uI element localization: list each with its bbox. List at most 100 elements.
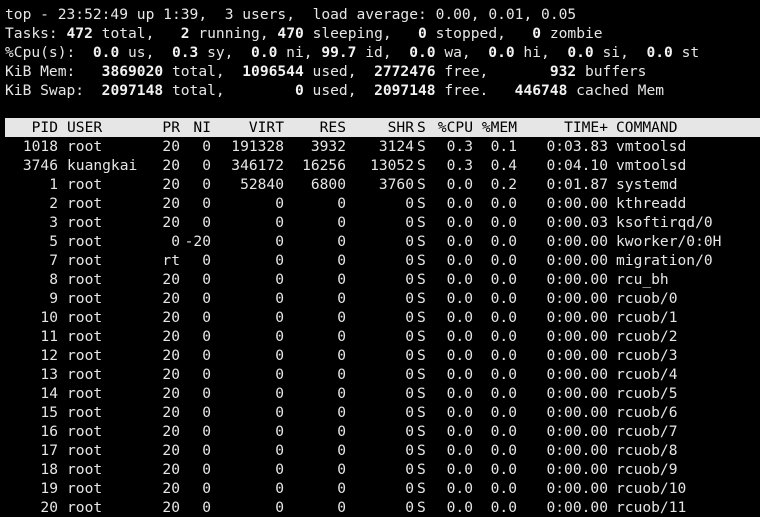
- process-row[interactable]: 9 root 20 0 0 0 0 S 0.0 0.0 0:00.00 rcuob/0: [5, 289, 760, 308]
- virt-cell: 52840: [240, 176, 284, 193]
- process-row[interactable]: 2 root 20 0 0 0 0 S 0.0 0.0 0:00.00 kthreadd: [5, 194, 760, 213]
- process-row[interactable]: 3 root 20 0 0 0 0 S 0.0 0.0 0:00.03 ksoftirqd/0: [5, 213, 760, 232]
- column-header-cpu[interactable]: %CPU: [430, 118, 473, 137]
- priority-cell: 20: [162, 176, 180, 193]
- process-row[interactable]: 5 root 0 -20 0 0 0 S 0.0 0.0 0:00.00 kworker/0:0H: [5, 232, 760, 251]
- process-row[interactable]: 19 root 20 0 0 0 0 S 0.0 0.0 0:00.00 rcuob/10: [5, 479, 760, 498]
- mem-cell: 0.1: [490, 138, 517, 155]
- process-row[interactable]: 17 root 20 0 0 0 0 S 0.0 0.0 0:00.00 rcuob/8: [5, 441, 760, 460]
- priority-cell: 20: [162, 499, 180, 516]
- swap-free: 2097148: [374, 82, 436, 99]
- process-row[interactable]: 1 root 20 0 52840 6800 3760 S 0.0 0.2 0:01.87 syste…: [5, 175, 760, 194]
- cpu-st-label: st: [672, 44, 700, 61]
- process-row[interactable]: 3746 kuangkai 20 0 346172 16256 13052 S 0.3 0.4 0:…: [5, 156, 760, 175]
- pid-cell: 19: [40, 480, 58, 497]
- mem-cell: 0.0: [490, 252, 517, 269]
- user-cell: kuangkai: [67, 157, 138, 174]
- res-cell: 3932: [310, 138, 346, 155]
- virt-cell: 0: [275, 385, 284, 402]
- column-header-state[interactable]: S: [417, 118, 429, 137]
- column-header-user[interactable]: USER: [67, 118, 147, 137]
- nice-cell: 0: [202, 271, 211, 288]
- column-header-time[interactable]: TIME+: [517, 118, 608, 137]
- state-cell: S: [417, 385, 426, 402]
- mem-used-label: used,: [303, 63, 375, 80]
- process-row[interactable]: 10 root 20 0 0 0 0 S 0.0 0.0 0:00.00 rcuob/1: [5, 308, 760, 327]
- shr-cell: 3124: [378, 138, 414, 155]
- column-header-shr[interactable]: SHR: [346, 118, 414, 137]
- process-row[interactable]: 7 root rt 0 0 0 0 S 0.0 0.0 0:00.00 migration/0: [5, 251, 760, 270]
- shr-cell: 13052: [370, 157, 414, 174]
- process-row[interactable]: 18 root 20 0 0 0 0 S 0.0 0.0 0:00.00 rcuob/9: [5, 460, 760, 479]
- tasks-label: Tasks:: [5, 25, 67, 42]
- cpu-hi-label: hi,: [514, 44, 568, 61]
- cpu-line: %Cpu(s): 0.0 us, 0.3 sy, 0.0 ni, 99.7 id…: [5, 43, 699, 62]
- tasks-total-label: total,: [92, 25, 181, 42]
- column-header-virt[interactable]: VIRT: [210, 118, 284, 137]
- process-row[interactable]: 15 root 20 0 0 0 0 S 0.0 0.0 0:00.00 rcuob/6: [5, 403, 760, 422]
- user-cell: root: [67, 252, 103, 269]
- command-cell: rcuob/2: [616, 328, 678, 345]
- state-cell: S: [417, 157, 426, 174]
- swap-used-label: used,: [303, 82, 375, 99]
- virt-cell: 0: [275, 442, 284, 459]
- priority-cell: 20: [162, 480, 180, 497]
- virt-cell: 0: [275, 404, 284, 421]
- process-row[interactable]: 20 root 20 0 0 0 0 S 0.0 0.0 0:00.00 rcuob/11: [5, 498, 760, 517]
- swap-line: KiB Swap: 2097148 total, 0 used, 2097148…: [5, 81, 664, 100]
- process-row[interactable]: 13 root 20 0 0 0 0 S 0.0 0.0 0:00.00 rcuob/4: [5, 365, 760, 384]
- command-cell: systemd: [616, 176, 678, 193]
- res-cell: 0: [337, 290, 346, 307]
- virt-cell: 0: [275, 366, 284, 383]
- shr-cell: 0: [405, 271, 414, 288]
- pid-cell: 2: [49, 195, 58, 212]
- mem-cell: 0.0: [490, 442, 517, 459]
- command-cell: rcuob/6: [616, 404, 678, 421]
- res-cell: 0: [337, 423, 346, 440]
- cpu-id: 99.7: [321, 44, 357, 61]
- tasks-total: 472: [66, 25, 93, 42]
- process-row[interactable]: 1018 root 20 0 191328 3932 3124 S 0.3 0.1 0:03.83 v…: [5, 137, 760, 156]
- process-row[interactable]: 16 root 20 0 0 0 0 S 0.0 0.0 0:00.00 rcuob/7: [5, 422, 760, 441]
- terminal-window[interactable]: top - 23:52:49 up 1:39, 3 users, load av…: [0, 0, 760, 516]
- mem-total-label: total,: [163, 63, 243, 80]
- state-cell: S: [417, 461, 426, 478]
- virt-cell: 191328: [231, 138, 284, 155]
- cpu-cell: 0.0: [446, 461, 473, 478]
- tasks-stopped-label: stopped,: [426, 25, 533, 42]
- process-row[interactable]: 11 root 20 0 0 0 0 S 0.0 0.0 0:00.00 rcuob/2: [5, 327, 760, 346]
- column-header-ni[interactable]: NI: [180, 118, 211, 137]
- column-header-res[interactable]: RES: [284, 118, 346, 137]
- state-cell: S: [417, 328, 426, 345]
- command-cell: rcuob/7: [616, 423, 678, 440]
- user-cell: root: [67, 347, 103, 364]
- shr-cell: 0: [405, 233, 414, 250]
- column-header-command[interactable]: COMMAND: [616, 118, 760, 137]
- separator: ,: [198, 6, 225, 23]
- virt-cell: 0: [275, 423, 284, 440]
- user-cell: root: [67, 328, 103, 345]
- state-cell: S: [417, 271, 426, 288]
- shr-cell: 0: [405, 252, 414, 269]
- res-cell: 0: [337, 328, 346, 345]
- mem-cell: 0.0: [490, 271, 517, 288]
- mem-cell: 0.0: [490, 461, 517, 478]
- priority-cell: 0: [171, 233, 180, 250]
- column-header-pr[interactable]: PR: [145, 118, 180, 137]
- mem-cell: 0.0: [490, 385, 517, 402]
- column-header-mem[interactable]: %MEM: [473, 118, 517, 137]
- cpu-sy-label: sy,: [198, 44, 252, 61]
- user-cell: root: [67, 461, 103, 478]
- state-cell: S: [417, 214, 426, 231]
- res-cell: 0: [337, 271, 346, 288]
- process-row[interactable]: 8 root 20 0 0 0 0 S 0.0 0.0 0:00.00 rcu_bh: [5, 270, 760, 289]
- process-row[interactable]: 14 root 20 0 0 0 0 S 0.0 0.0 0:00.00 rcuob/5: [5, 384, 760, 403]
- res-cell: 0: [337, 347, 346, 364]
- swap-total: 2097148: [101, 82, 164, 99]
- column-header-pid[interactable]: PID: [5, 118, 58, 137]
- virt-cell: 0: [275, 347, 284, 364]
- shr-cell: 0: [405, 347, 414, 364]
- process-row[interactable]: 12 root 20 0 0 0 0 S 0.0 0.0 0:00.00 rcuob/3: [5, 346, 760, 365]
- cpu-cell: 0.3: [446, 138, 473, 155]
- nice-cell: 0: [202, 404, 211, 421]
